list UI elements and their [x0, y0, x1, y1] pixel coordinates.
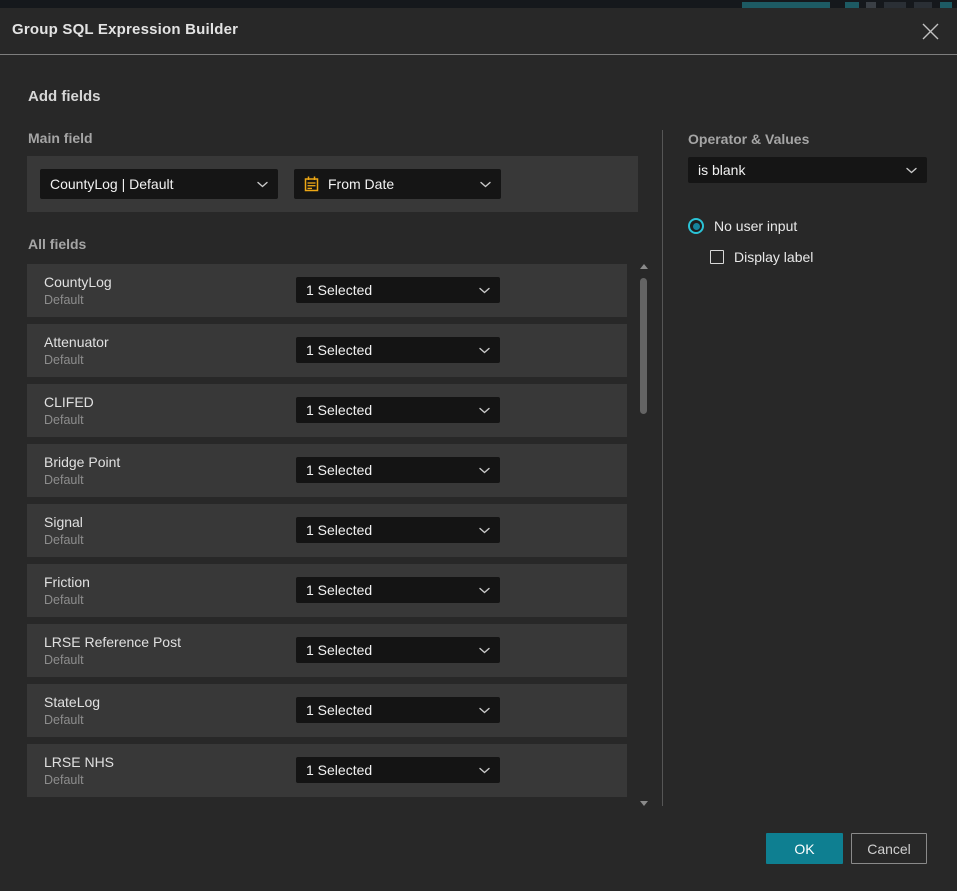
field-selection-value: 1 Selected	[306, 282, 471, 298]
field-selection-value: 1 Selected	[306, 702, 471, 718]
dialog-title: Group SQL Expression Builder	[12, 21, 238, 38]
operator-select-value: is blank	[698, 162, 898, 178]
field-selection-dropdown[interactable]: 1 Selected	[296, 517, 500, 543]
main-layer-select-value: CountyLog | Default	[50, 176, 249, 192]
field-selection-dropdown[interactable]: 1 Selected	[296, 637, 500, 663]
chevron-down-icon	[479, 707, 490, 714]
field-selection-dropdown[interactable]: 1 Selected	[296, 757, 500, 783]
chevron-down-icon	[479, 407, 490, 414]
field-row[interactable]: CountyLog Default 1 Selected	[27, 264, 627, 317]
no-user-input-label: No user input	[714, 218, 797, 234]
chevron-down-icon	[479, 527, 490, 534]
field-row[interactable]: LRSE Reference Post Default 1 Selected	[27, 624, 627, 677]
operator-values-label: Operator & Values	[688, 131, 809, 147]
main-field-panel: CountyLog | Default From Date	[27, 156, 638, 212]
close-icon	[921, 22, 940, 41]
chevron-down-icon	[479, 287, 490, 294]
field-selection-value: 1 Selected	[306, 402, 471, 418]
vertical-divider	[662, 130, 663, 806]
cancel-button[interactable]: Cancel	[851, 833, 927, 864]
field-selection-dropdown[interactable]: 1 Selected	[296, 277, 500, 303]
chevron-down-icon	[257, 181, 268, 188]
radio-selected-icon	[688, 218, 704, 234]
scroll-down-arrow-icon[interactable]	[639, 796, 648, 806]
display-label-checkbox[interactable]: Display label	[710, 249, 813, 265]
field-selection-dropdown[interactable]: 1 Selected	[296, 697, 500, 723]
field-selection-dropdown[interactable]: 1 Selected	[296, 577, 500, 603]
calendar-icon	[304, 176, 319, 192]
field-row[interactable]: StateLog Default 1 Selected	[27, 684, 627, 737]
field-selection-value: 1 Selected	[306, 462, 471, 478]
main-date-field-select[interactable]: From Date	[294, 169, 501, 199]
all-fields-list: CountyLog Default 1 Selected Attenuator …	[27, 264, 627, 804]
field-selection-dropdown[interactable]: 1 Selected	[296, 457, 500, 483]
field-row[interactable]: CLIFED Default 1 Selected	[27, 384, 627, 437]
no-user-input-radio[interactable]: No user input	[688, 218, 797, 234]
close-button[interactable]	[916, 17, 944, 45]
main-field-label: Main field	[28, 130, 93, 146]
main-date-field-value: From Date	[328, 176, 472, 192]
field-selection-dropdown[interactable]: 1 Selected	[296, 337, 500, 363]
scrollbar-thumb[interactable]	[640, 278, 647, 414]
chevron-down-icon	[906, 167, 917, 174]
all-fields-label: All fields	[28, 236, 86, 252]
field-row[interactable]: Bridge Point Default 1 Selected	[27, 444, 627, 497]
chevron-down-icon	[480, 181, 491, 188]
chevron-down-icon	[479, 767, 490, 774]
chevron-down-icon	[479, 467, 490, 474]
field-row[interactable]: Signal Default 1 Selected	[27, 504, 627, 557]
field-selection-value: 1 Selected	[306, 642, 471, 658]
field-selection-value: 1 Selected	[306, 522, 471, 538]
scroll-up-arrow-icon[interactable]	[639, 264, 648, 274]
background-app-strip	[0, 0, 957, 8]
field-selection-dropdown[interactable]: 1 Selected	[296, 397, 500, 423]
group-sql-expression-builder-dialog: Group SQL Expression Builder Add fields …	[0, 8, 957, 891]
chevron-down-icon	[479, 647, 490, 654]
ok-button[interactable]: OK	[766, 833, 843, 864]
add-fields-heading: Add fields	[28, 88, 101, 105]
field-selection-value: 1 Selected	[306, 582, 471, 598]
display-label-text: Display label	[734, 249, 813, 265]
field-selection-value: 1 Selected	[306, 762, 471, 778]
chevron-down-icon	[479, 587, 490, 594]
chevron-down-icon	[479, 347, 490, 354]
dialog-header: Group SQL Expression Builder	[0, 8, 957, 55]
list-scrollbar[interactable]	[639, 264, 648, 806]
field-row[interactable]: Friction Default 1 Selected	[27, 564, 627, 617]
field-row[interactable]: Attenuator Default 1 Selected	[27, 324, 627, 377]
operator-select[interactable]: is blank	[688, 157, 927, 183]
field-row[interactable]: LRSE NHS Default 1 Selected	[27, 744, 627, 797]
main-layer-select[interactable]: CountyLog | Default	[40, 169, 278, 199]
field-selection-value: 1 Selected	[306, 342, 471, 358]
checkbox-unchecked-icon	[710, 250, 724, 264]
